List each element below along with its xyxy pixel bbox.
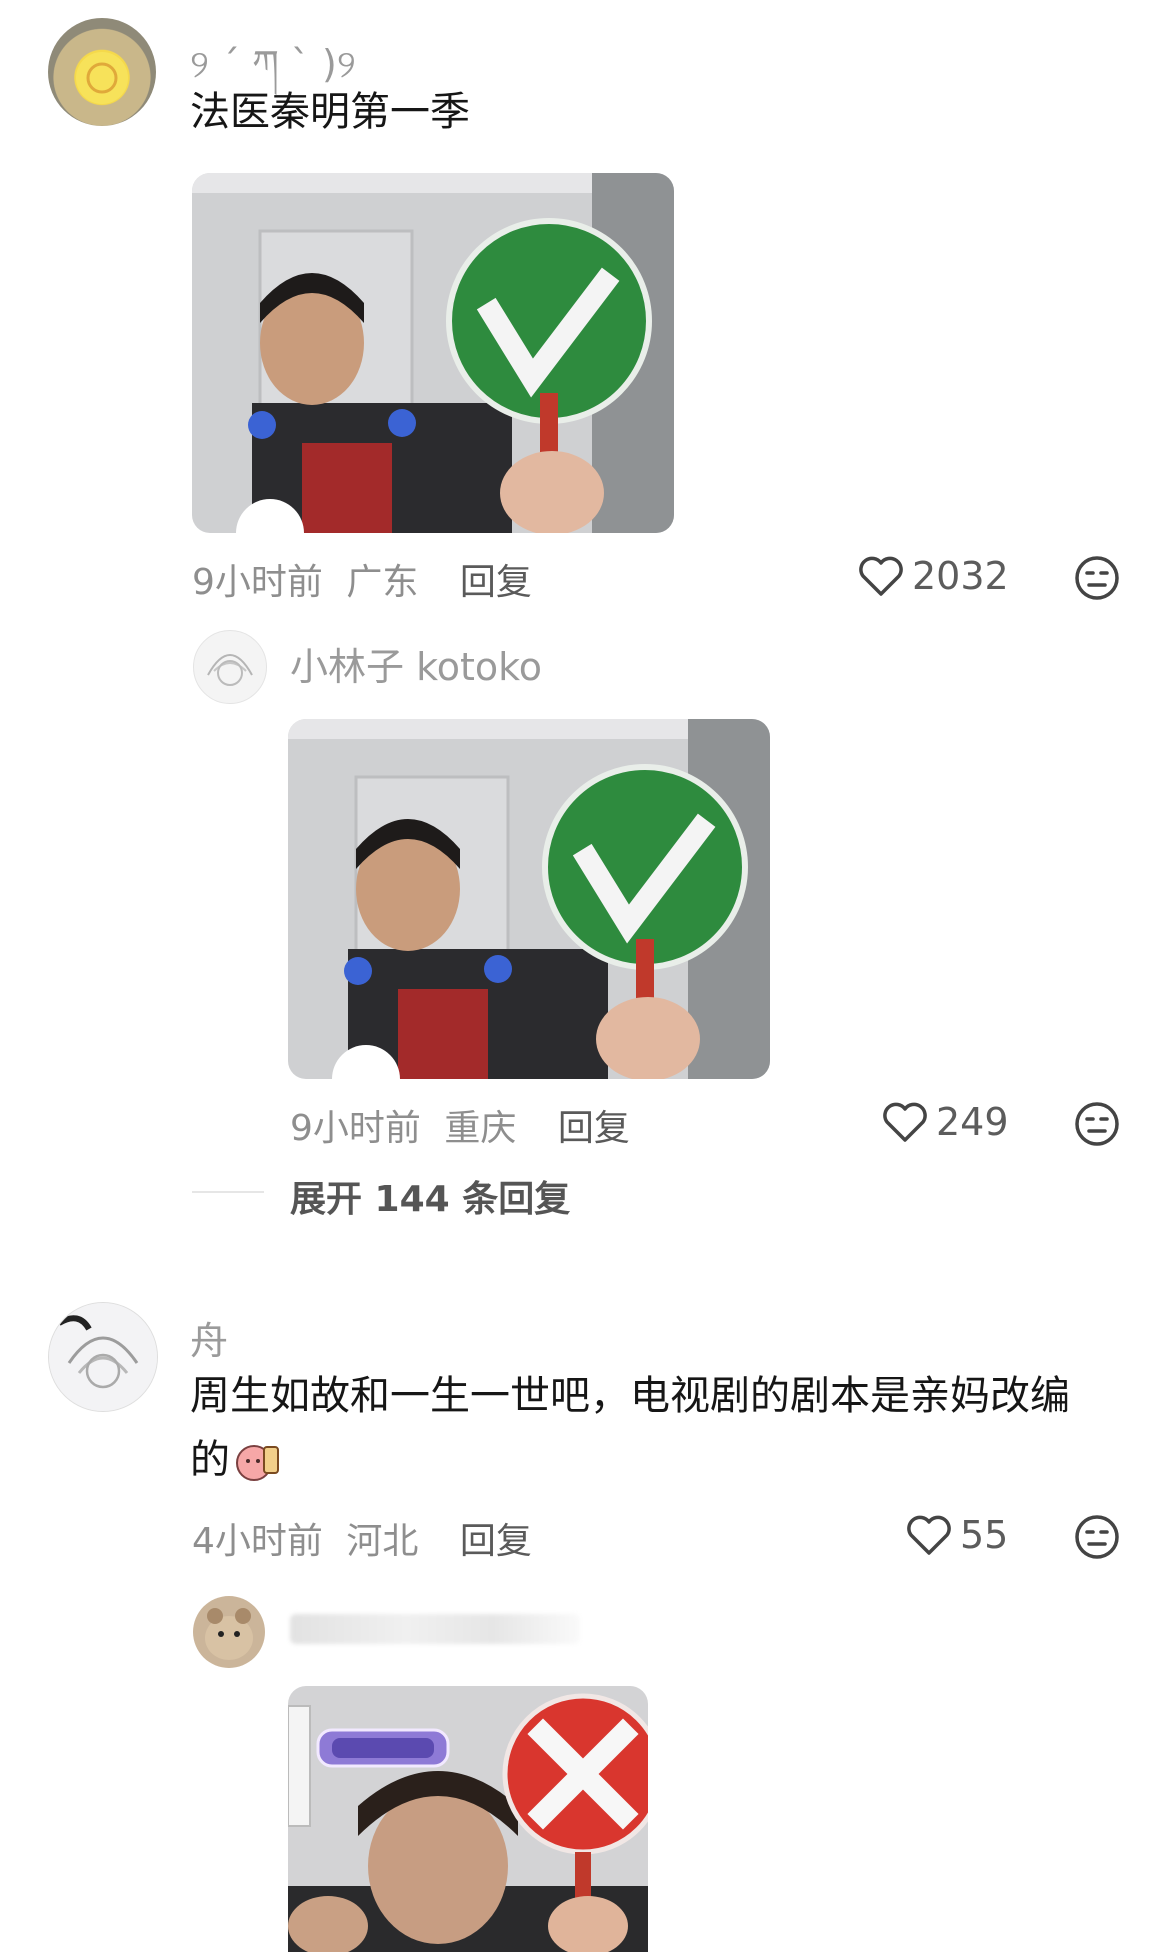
like-button[interactable]: 2032 xyxy=(858,554,1009,598)
comment-text-line1: 周生如故和一生一世吧，电视剧的剧本是亲妈改编 xyxy=(190,1373,1070,1419)
like-count: 249 xyxy=(936,1100,1009,1144)
comment-meta: 4小时前 河北 回复 xyxy=(192,1512,532,1564)
comment-text-line2: 的 xyxy=(190,1428,284,1492)
reply-image[interactable] xyxy=(288,719,770,1079)
heart-outline-icon xyxy=(859,556,903,596)
comment-text: 法医秦明第一季 xyxy=(190,89,470,135)
reply-button[interactable]: 回复 xyxy=(460,1521,532,1562)
like-button[interactable]: 249 xyxy=(882,1100,1009,1144)
meh-face-icon[interactable] xyxy=(1074,555,1120,601)
cross-sign-photo xyxy=(288,1686,648,1952)
heart-outline-icon xyxy=(907,1515,951,1555)
reply-username[interactable]: 小林子 kotoko xyxy=(290,636,542,691)
avatar-image xyxy=(76,52,128,104)
check-sign-photo xyxy=(192,173,674,533)
like-count: 55 xyxy=(960,1513,1009,1557)
reply-location: 重庆 xyxy=(444,1108,517,1149)
peach-bubble-tea-emoji-icon xyxy=(236,1445,279,1481)
reply-image[interactable] xyxy=(288,1686,648,1952)
reply-button[interactable]: 回复 xyxy=(460,562,532,603)
heart-outline-icon xyxy=(883,1102,927,1142)
avatar[interactable] xyxy=(48,1302,158,1412)
reply-username-blurred xyxy=(290,1614,580,1644)
anime-avatar-image xyxy=(49,1303,157,1411)
like-button[interactable]: 55 xyxy=(906,1513,1008,1557)
like-count: 2032 xyxy=(912,554,1009,598)
reply-avatar[interactable] xyxy=(193,630,267,704)
comment-location: 广东 xyxy=(346,562,419,603)
comment-time: 9小时前 xyxy=(192,562,323,603)
comment-image[interactable] xyxy=(192,173,674,533)
avatar[interactable] xyxy=(48,18,156,126)
check-sign-photo xyxy=(288,719,770,1079)
meh-face-icon[interactable] xyxy=(1074,1101,1120,1147)
comment-username[interactable]: 舟 xyxy=(190,1310,228,1365)
expand-replies-button[interactable]: 展开 144 条回复 xyxy=(290,1170,570,1222)
meh-face-icon[interactable] xyxy=(1074,1514,1120,1560)
reply-button[interactable]: 回复 xyxy=(558,1108,630,1149)
comment-time: 4小时前 xyxy=(192,1521,323,1562)
reply-time: 9小时前 xyxy=(290,1108,421,1149)
divider xyxy=(192,1191,264,1193)
sketch-avatar-image xyxy=(207,654,253,686)
comment-location: 河北 xyxy=(346,1521,419,1562)
comment-meta: 9小时前 广东 回复 xyxy=(192,553,532,605)
hamster-avatar-image xyxy=(205,1608,253,1660)
reply-meta: 9小时前 重庆 回复 xyxy=(290,1099,630,1151)
comment-text-line2-text: 的 xyxy=(190,1437,230,1483)
reply-avatar[interactable] xyxy=(193,1596,265,1668)
